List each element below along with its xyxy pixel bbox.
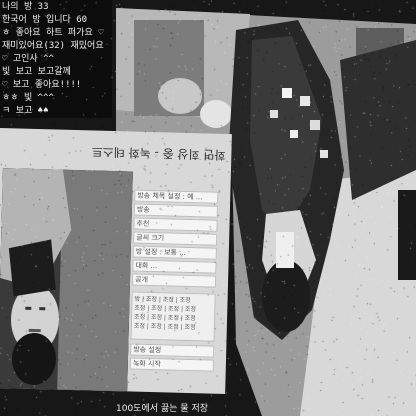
chat-line: 재미있어요(32) 재밌어요 [2, 41, 104, 51]
chat-line: ♡ 고인사 ^^ [2, 54, 54, 64]
panel-field-recommend[interactable]: 추천 [133, 217, 218, 232]
chat-line: ㅋ 보고 ♠♠ [2, 106, 49, 116]
inner-screen-window: 화면 회상 중 - 녹화 테스트 방송 제목 설정 : 예 ... 방송 추천 … [0, 128, 232, 394]
chat-overlay: 나의 방 33 한국어 방 입니다 60 ㅎ 좋아요 하트 퍼가요 ♡ 재미있어… [0, 0, 112, 118]
panel-field-title[interactable]: 방송 제목 설정 : 예 ... [134, 189, 219, 204]
video-preview [0, 168, 133, 392]
bottom-caption: 100도에서 끓는 물 저장 [116, 404, 209, 414]
chat-line: 한국어 방 입니다 60 [2, 15, 88, 25]
panel-field-font-size[interactable]: 글씨 크기 [133, 231, 218, 246]
chat-line: 빛 보고 보고갈께 [2, 67, 71, 77]
grid-row: 조정 | 조정 | 조정 | 조정 [133, 322, 196, 332]
panel-field-chat[interactable]: 대화 ... [132, 259, 217, 274]
chat-line: ♡ 보고 좋아요!!!! [2, 80, 82, 90]
panel-field-public[interactable]: 공개 [131, 273, 217, 288]
chat-line: ㅎㅎ 빛 ^^^ [2, 93, 54, 103]
record-start-button[interactable]: 녹화 시작 [129, 357, 215, 372]
settings-panel: 방송 제목 설정 : 예 ... 방송 추천 글씨 크기 방 설정 : 보통 .… [129, 189, 220, 394]
chat-line: 나의 방 33 [2, 2, 49, 12]
inner-window-title: 화면 회상 중 - 녹화 테스트 [91, 144, 226, 162]
panel-field-broadcast[interactable]: 방송 [133, 203, 219, 218]
chat-line: ㅎ 좋아요 하트 퍼가요 ♡ [2, 28, 104, 38]
panel-field-room-setting[interactable]: 방 설정 : 보통 ... [132, 245, 217, 260]
broadcast-settings-button[interactable]: 방송 설정 [130, 343, 215, 358]
panel-control-grid: 방 | 조정 | 조정 | 조정 조정 | 조정 | 조정 | 조정 조정 | … [130, 291, 216, 342]
